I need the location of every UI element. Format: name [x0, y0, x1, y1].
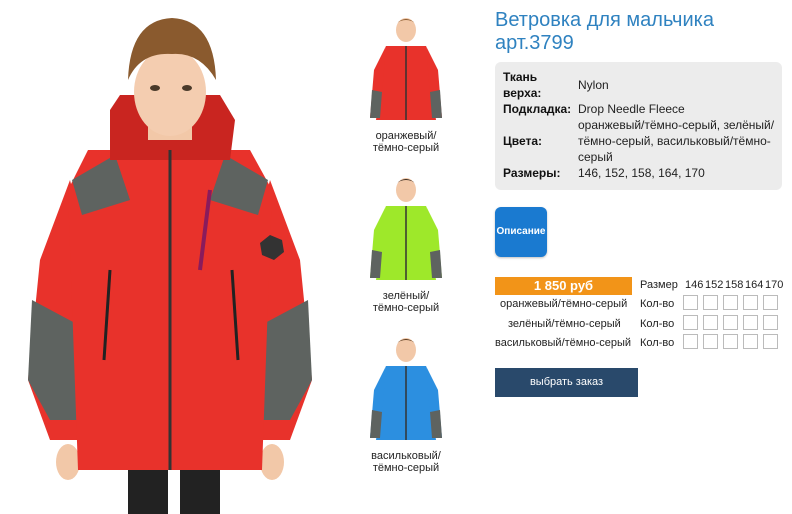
qty-input[interactable]: [743, 334, 758, 349]
qty-input[interactable]: [763, 295, 778, 310]
thumbnail-blue-caption: васильковый/ тёмно-серый: [371, 450, 441, 474]
size-146: 146: [685, 279, 704, 291]
qty-input[interactable]: [683, 315, 698, 330]
order-row-color: оранжевый/тёмно-серый: [500, 298, 628, 310]
qty-label: Кол-во: [640, 298, 675, 310]
qty-input[interactable]: [703, 295, 718, 310]
size-header-label: Размер: [640, 279, 678, 291]
size-164: 164: [745, 279, 764, 291]
qty-input[interactable]: [683, 295, 698, 310]
main-product-photo: [0, 0, 340, 514]
qty-input[interactable]: [723, 295, 738, 310]
thumbnail-green[interactable]: зелёный/ тёмно-серый: [360, 170, 452, 314]
size-158: 158: [725, 279, 744, 291]
thumbnail-blue-image: [370, 338, 442, 440]
spec-label: Размеры:: [503, 166, 561, 180]
product-title: Ветровка для мальчика арт.3799: [495, 9, 714, 54]
spec-value: Nylon: [578, 78, 609, 92]
spec-value: оранжевый/тёмно-серый, зелёный/тёмно-сер…: [578, 118, 775, 164]
thumbnail-green-image: [370, 178, 442, 280]
thumbnail-orange-caption: оранжевый/ тёмно-серый: [372, 130, 440, 154]
qty-input[interactable]: [723, 334, 738, 349]
thumbnail-blue[interactable]: васильковый/ тёмно-серый: [360, 330, 452, 474]
qty-input[interactable]: [743, 295, 758, 310]
qty-input[interactable]: [763, 334, 778, 349]
spec-label: Ткань верха:: [503, 70, 542, 100]
qty-input[interactable]: [763, 315, 778, 330]
spec-label: Цвета:: [503, 134, 543, 148]
order-row-color: васильковый/тёмно-серый: [495, 337, 631, 349]
qty-label: Кол-во: [640, 318, 675, 330]
qty-input[interactable]: [743, 315, 758, 330]
qty-input[interactable]: [683, 334, 698, 349]
qty-label: Кол-во: [640, 337, 675, 349]
order-row-color: зелёный/тёмно-серый: [508, 318, 621, 330]
spec-value: Drop Needle Fleece: [578, 102, 685, 116]
description-button[interactable]: Описание: [495, 207, 547, 257]
thumbnail-orange-image: [370, 18, 442, 120]
spec-label: Подкладка:: [503, 102, 572, 116]
size-170: 170: [765, 279, 784, 291]
price-badge: 1 850 руб: [495, 277, 632, 295]
qty-input[interactable]: [703, 315, 718, 330]
thumbnail-green-caption: зелёный/ тёмно-серый: [372, 290, 440, 314]
spec-box: Ткань верха: Nylon Подкладка: Drop Needl…: [495, 62, 782, 190]
select-order-button[interactable]: выбрать заказ: [495, 368, 638, 397]
qty-input[interactable]: [703, 334, 718, 349]
qty-input[interactable]: [723, 315, 738, 330]
thumbnail-orange[interactable]: оранжевый/ тёмно-серый: [360, 10, 452, 154]
size-152: 152: [705, 279, 724, 291]
spec-value: 146, 152, 158, 164, 170: [578, 166, 705, 180]
